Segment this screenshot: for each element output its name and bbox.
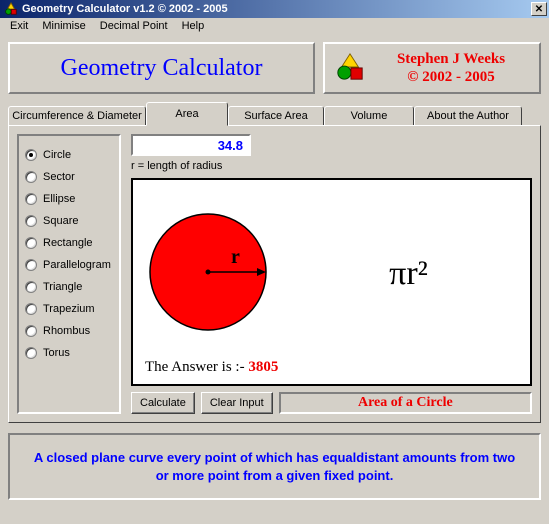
menu-exit[interactable]: Exit [4, 18, 34, 36]
shape-title-box: Area of a Circle [279, 392, 532, 414]
radio-icon [25, 171, 37, 183]
shape-option-label: Ellipse [43, 193, 75, 205]
shape-option-sector[interactable]: Sector [25, 166, 113, 188]
author-text: Stephen J Weeks © 2002 - 2005 [373, 50, 529, 86]
shape-selector: Circle Sector Ellipse Square Rectangle Parall… [17, 134, 121, 414]
answer-row: The Answer is :- 3805 [145, 359, 518, 376]
circle-diagram-icon: r [145, 209, 271, 338]
shape-option-label: Torus [43, 347, 70, 359]
shape-option-torus[interactable]: Torus [25, 342, 113, 364]
radio-icon [25, 237, 37, 249]
window-title: Geometry Calculator v1.2 © 2002 - 2005 [22, 3, 531, 15]
radio-icon [25, 193, 37, 205]
calculate-button[interactable]: Calculate [131, 392, 195, 414]
titlebar: Geometry Calculator v1.2 © 2002 - 2005 ✕ [0, 0, 549, 18]
answer-value: 3805 [248, 359, 278, 375]
author-box: Stephen J Weeks © 2002 - 2005 [323, 42, 541, 94]
definition-box: A closed plane curve every point of whic… [8, 433, 541, 500]
shape-option-label: Rhombus [43, 325, 90, 337]
radio-icon [25, 303, 37, 315]
shape-title: Area of a Circle [358, 395, 453, 411]
tab-surface-area[interactable]: Surface Area [228, 106, 324, 125]
shape-option-trapezium[interactable]: Trapezium [25, 298, 113, 320]
tab-area[interactable]: Area [146, 102, 228, 126]
menu-minimise[interactable]: Minimise [36, 18, 91, 36]
shape-option-label: Trapezium [43, 303, 95, 315]
close-button[interactable]: ✕ [531, 2, 547, 16]
menu-help[interactable]: Help [176, 18, 211, 36]
shape-option-rectangle[interactable]: Rectangle [25, 232, 113, 254]
tab-panel-area: Circle Sector Ellipse Square Rectangle Parall… [8, 125, 541, 423]
shape-option-label: Sector [43, 171, 75, 183]
answer-prefix: The Answer is :- [145, 359, 248, 375]
shape-option-ellipse[interactable]: Ellipse [25, 188, 113, 210]
author-name: Stephen J Weeks [373, 50, 529, 68]
tab-volume[interactable]: Volume [324, 106, 414, 125]
menu-decimal-point[interactable]: Decimal Point [94, 18, 174, 36]
app-title-box: Geometry Calculator [8, 42, 315, 94]
shape-option-label: Parallelogram [43, 259, 111, 271]
radio-icon [25, 281, 37, 293]
definition-text: A closed plane curve every point of whic… [34, 450, 515, 483]
shape-option-label: Triangle [43, 281, 82, 293]
radius-input[interactable] [131, 134, 251, 156]
tab-circumference-diameter[interactable]: Circumference & Diameter [8, 106, 146, 125]
shape-option-label: Square [43, 215, 78, 227]
shapes-icon [335, 52, 365, 85]
app-icon [4, 2, 18, 16]
menubar: Exit Minimise Decimal Point Help [0, 18, 549, 36]
app-title: Geometry Calculator [61, 55, 263, 82]
radius-input-label: r = length of radius [131, 160, 251, 172]
shape-option-triangle[interactable]: Triangle [25, 276, 113, 298]
shape-option-parallelogram[interactable]: Parallelogram [25, 254, 113, 276]
diagram-box: r πr² The Answer is :- 3805 [131, 178, 532, 386]
clear-input-button[interactable]: Clear Input [201, 392, 273, 414]
radio-icon [25, 347, 37, 359]
shape-option-label: Rectangle [43, 237, 93, 249]
radio-icon [25, 259, 37, 271]
author-copyright: © 2002 - 2005 [373, 68, 529, 86]
tab-about-author[interactable]: About the Author [414, 106, 522, 125]
radio-icon [25, 215, 37, 227]
shape-option-circle[interactable]: Circle [25, 144, 113, 166]
svg-text:r: r [231, 246, 240, 268]
shape-option-square[interactable]: Square [25, 210, 113, 232]
formula-text: πr² [299, 255, 518, 293]
tabstrip: Circumference & Diameter Area Surface Ar… [8, 102, 541, 125]
shape-option-rhombus[interactable]: Rhombus [25, 320, 113, 342]
radio-icon [25, 149, 37, 161]
radio-icon [25, 325, 37, 337]
shape-option-label: Circle [43, 149, 71, 161]
